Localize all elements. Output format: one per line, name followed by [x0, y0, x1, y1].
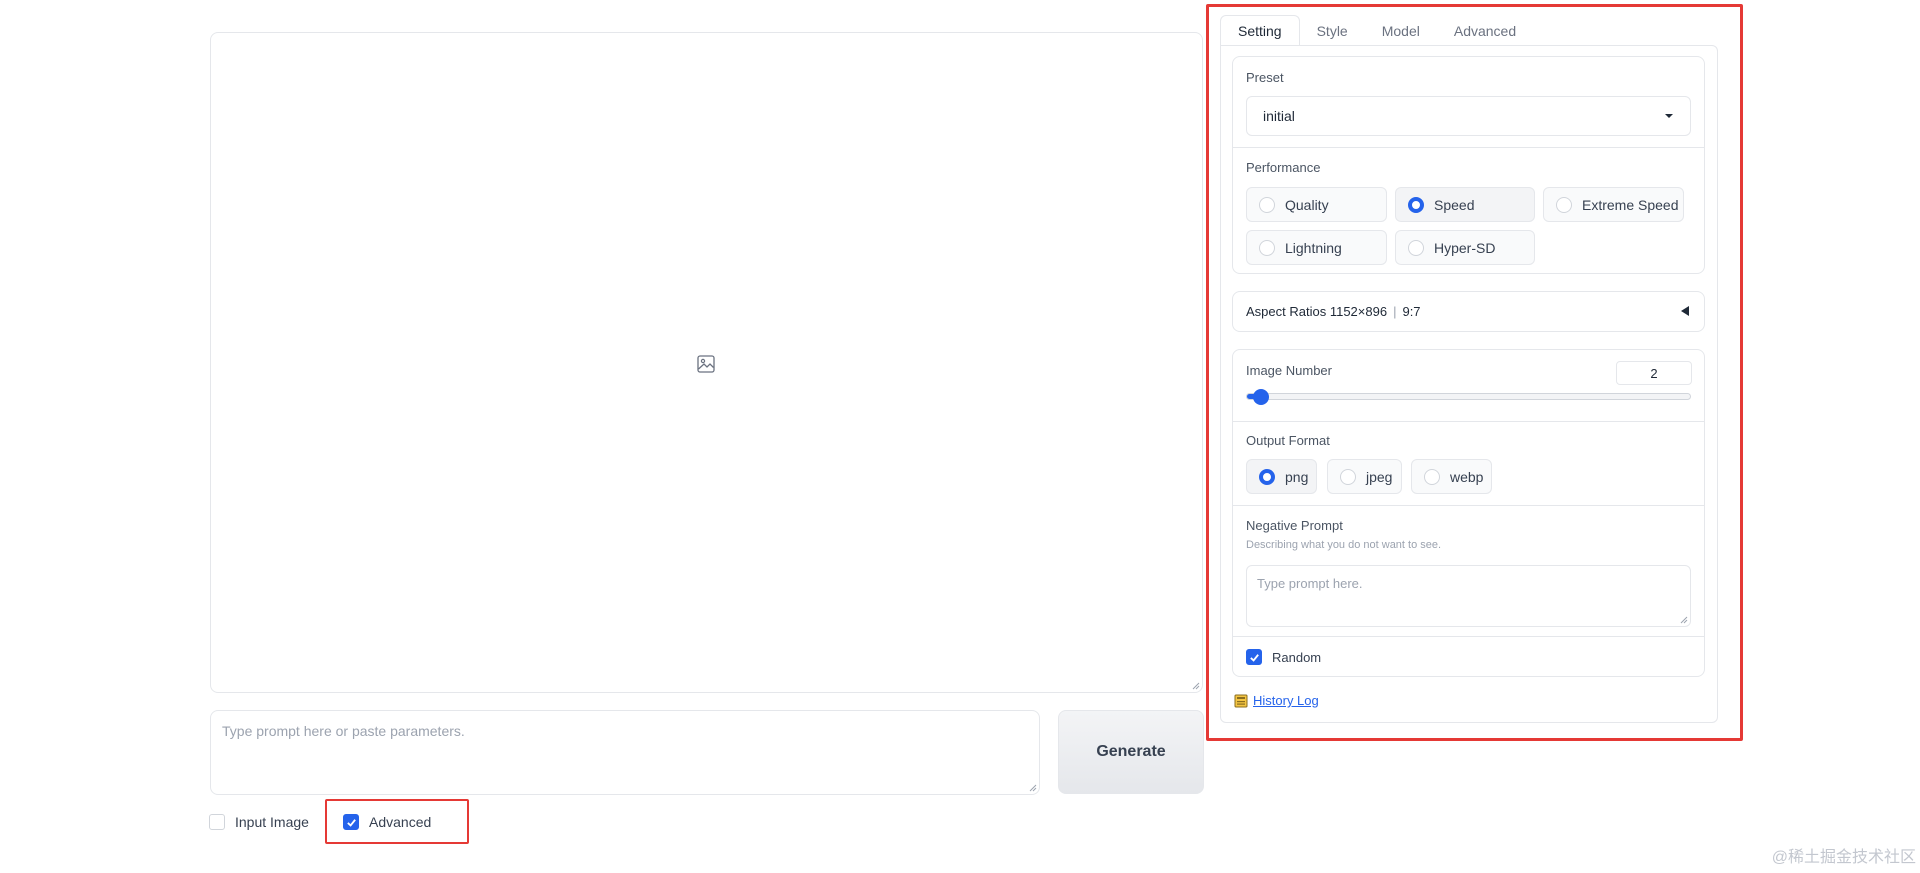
prompt-input[interactable]	[211, 711, 1039, 794]
performance-option-label: Lightning	[1285, 239, 1342, 256]
history-log-link[interactable]: History Log	[1234, 693, 1319, 708]
checkbox-box[interactable]	[1246, 649, 1262, 665]
resize-handle-icon[interactable]	[1678, 614, 1688, 624]
tab-setting[interactable]: Setting	[1220, 15, 1300, 47]
performance-label: Performance	[1246, 160, 1321, 175]
performance-option-extreme-speed[interactable]: Extreme Speed	[1543, 187, 1684, 222]
radio-dot[interactable]	[1424, 468, 1440, 485]
image-number-slider[interactable]	[1246, 389, 1691, 405]
output-format-option-webp[interactable]: webp	[1411, 459, 1492, 494]
image-number-input[interactable]: 2	[1616, 361, 1692, 385]
performance-block: Performance Quality Speed Extreme Speed …	[1233, 147, 1704, 275]
generate-button[interactable]: Generate	[1058, 710, 1204, 794]
radio-dot[interactable]	[1408, 196, 1424, 213]
performance-option-quality[interactable]: Quality	[1246, 187, 1387, 222]
caret-left-icon	[1681, 306, 1689, 316]
preset-value: initial	[1263, 108, 1295, 124]
input-image-checkbox[interactable]: Input Image	[209, 814, 309, 830]
slider-thumb[interactable]	[1253, 389, 1270, 405]
input-image-label: Input Image	[235, 814, 309, 830]
tab-advanced[interactable]: Advanced	[1437, 16, 1533, 46]
generation-options-card: Image Number 2 Output Format png jpeg we…	[1232, 349, 1705, 677]
radio-dot[interactable]	[1259, 468, 1275, 485]
negative-prompt-box[interactable]	[1246, 565, 1691, 627]
radio-dot[interactable]	[1408, 239, 1424, 256]
radio-dot[interactable]	[1259, 196, 1275, 213]
settings-tab-bar: Setting Style Model Advanced	[1220, 15, 1533, 47]
performance-option-label: Quality	[1285, 196, 1329, 213]
performance-option-lightning[interactable]: Lightning	[1246, 230, 1387, 265]
tab-model[interactable]: Model	[1365, 16, 1437, 46]
advanced-checkbox[interactable]: Advanced	[343, 814, 431, 830]
output-format-option-png[interactable]: png	[1246, 459, 1317, 494]
performance-option-speed[interactable]: Speed	[1395, 187, 1535, 222]
resize-handle-icon[interactable]	[1190, 680, 1200, 690]
output-format-option-label: jpeg	[1366, 468, 1393, 485]
checkbox-box[interactable]	[343, 814, 359, 830]
check-icon	[1249, 653, 1259, 662]
checkbox-box[interactable]	[209, 814, 225, 830]
history-log-label: History Log	[1253, 693, 1319, 708]
radio-dot[interactable]	[1259, 239, 1275, 256]
tab-style[interactable]: Style	[1300, 16, 1365, 46]
performance-option-hyper-sd[interactable]: Hyper-SD	[1395, 230, 1535, 265]
performance-option-label: Hyper-SD	[1434, 239, 1496, 256]
radio-dot[interactable]	[1340, 468, 1356, 485]
output-format-label: Output Format	[1246, 433, 1330, 448]
performance-option-label: Speed	[1434, 196, 1475, 213]
preset-dropdown[interactable]: initial	[1246, 96, 1691, 136]
ledger-icon	[1234, 694, 1248, 707]
performance-option-label: Extreme Speed	[1582, 196, 1679, 213]
advanced-label: Advanced	[369, 814, 432, 830]
output-format-option-label: png	[1285, 468, 1309, 485]
image-placeholder-icon	[697, 355, 715, 373]
output-format-option-jpeg[interactable]: jpeg	[1327, 459, 1402, 494]
output-format-block: Output Format png jpeg webp	[1233, 421, 1704, 505]
watermark: @稀土掘金技术社区	[1771, 849, 1916, 866]
aspect-ratios-label: Aspect Ratios 1152×896 | 9:7	[1246, 304, 1421, 319]
preset-label: Preset	[1246, 70, 1284, 85]
negative-prompt-label: Negative Prompt	[1246, 518, 1343, 533]
random-checkbox[interactable]: Random	[1246, 649, 1321, 665]
aspect-ratios-accordion[interactable]: Aspect Ratios 1152×896 | 9:7	[1232, 291, 1705, 332]
check-icon	[346, 818, 356, 827]
radio-dot[interactable]	[1556, 196, 1572, 213]
random-label: Random	[1272, 649, 1322, 665]
image-number-label: Image Number	[1246, 363, 1332, 378]
negative-prompt-block: Negative Prompt Describing what you do n…	[1233, 505, 1704, 636]
caret-down-icon	[1665, 114, 1673, 118]
resize-handle-icon[interactable]	[1027, 782, 1037, 792]
preset-performance-card: Preset initial Performance Quality Speed…	[1232, 56, 1705, 274]
random-block: Random	[1233, 636, 1704, 678]
preset-block: Preset initial	[1233, 57, 1704, 147]
prompt-box[interactable]	[210, 710, 1040, 795]
image-number-block: Image Number 2	[1233, 350, 1704, 421]
output-format-option-label: webp	[1450, 468, 1484, 485]
negative-prompt-input[interactable]	[1247, 566, 1690, 626]
negative-prompt-info: Describing what you do not want to see.	[1246, 539, 1442, 551]
